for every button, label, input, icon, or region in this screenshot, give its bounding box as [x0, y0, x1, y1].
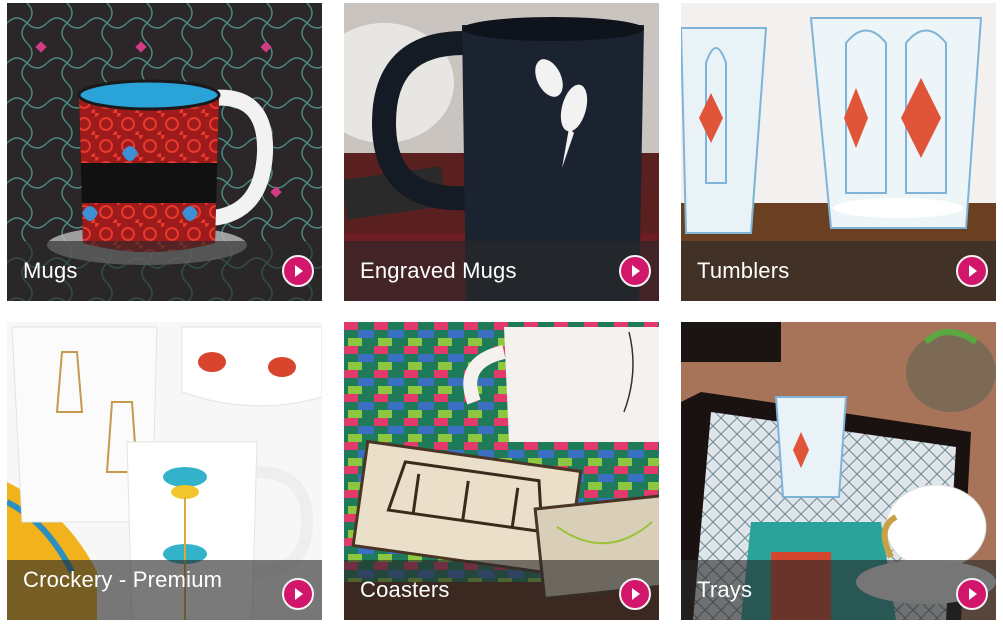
play-arrow-icon[interactable]: [956, 255, 988, 287]
category-tile-trays[interactable]: Trays: [681, 322, 996, 620]
play-arrow-icon[interactable]: [282, 255, 314, 287]
category-label: Mugs: [23, 258, 78, 283]
caption-bar: Mugs: [7, 241, 322, 301]
category-label: Crockery - Premium: [23, 567, 223, 592]
caption-bar: Trays: [681, 560, 996, 620]
caption-bar: Tumblers: [681, 241, 996, 301]
category-tile-coasters[interactable]: Coasters: [344, 322, 659, 620]
category-label: Coasters: [360, 577, 450, 602]
play-arrow-icon[interactable]: [956, 578, 988, 610]
category-label: Tumblers: [697, 258, 790, 283]
category-tile-engraved-mugs[interactable]: Engraved Mugs: [344, 3, 659, 301]
caption-bar: Coasters: [344, 560, 659, 620]
category-tile-mugs[interactable]: Mugs: [7, 3, 322, 301]
play-arrow-icon[interactable]: [619, 578, 651, 610]
category-label: Trays: [697, 577, 753, 602]
category-tile-crockery-premium[interactable]: Crockery - Premium: [7, 322, 322, 620]
category-label: Engraved Mugs: [360, 258, 517, 283]
caption-bar: Crockery - Premium: [7, 560, 322, 620]
play-arrow-icon[interactable]: [282, 578, 314, 610]
play-arrow-icon[interactable]: [619, 255, 651, 287]
caption-bar: Engraved Mugs: [344, 241, 659, 301]
category-tile-tumblers[interactable]: Tumblers: [681, 3, 996, 301]
